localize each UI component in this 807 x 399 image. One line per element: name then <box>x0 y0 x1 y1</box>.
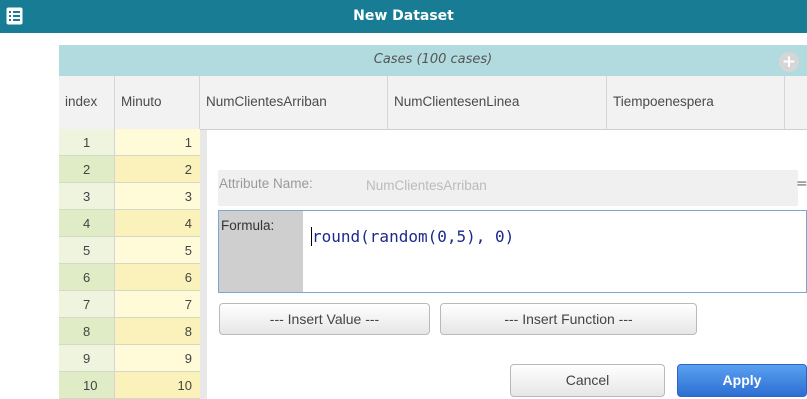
cases-header: Cases (100 cases) + <box>59 45 807 76</box>
column-header-numclientesenlinea[interactable]: NumClientesenLinea <box>388 76 607 129</box>
attribute-name-label: Attribute Name: <box>219 176 313 191</box>
column-header-row: index Minuto NumClientesArriban NumClien… <box>59 76 807 130</box>
insert-function-button[interactable]: --- Insert Function --- <box>440 303 697 335</box>
minuto-cell[interactable]: 6 <box>115 264 200 291</box>
index-cell[interactable]: 1 <box>59 129 114 156</box>
minuto-cell[interactable]: 2 <box>115 156 200 183</box>
apply-button[interactable]: Apply <box>677 364 807 397</box>
title-bar: New Dataset <box>0 0 807 33</box>
formula-label: Formula: <box>221 218 275 233</box>
attribute-name-input[interactable]: NumClientesArriban <box>366 178 487 193</box>
index-cell[interactable]: 6 <box>59 264 114 291</box>
window-title: New Dataset <box>353 8 454 24</box>
minuto-cell[interactable]: 4 <box>115 210 200 237</box>
add-attribute-icon[interactable]: + <box>779 52 799 72</box>
insert-value-button[interactable]: --- Insert Value --- <box>219 303 430 335</box>
minuto-column: 1 2 3 4 5 6 7 8 9 10 <box>115 129 200 399</box>
column-header-tiempoenespera[interactable]: Tiempoenespera <box>607 76 785 129</box>
index-cell[interactable]: 4 <box>59 210 114 237</box>
formula-editor[interactable] <box>218 210 807 293</box>
column-header-minuto[interactable]: Minuto <box>115 76 200 129</box>
minuto-cell[interactable]: 3 <box>115 183 200 210</box>
minuto-cell[interactable]: 7 <box>115 291 200 318</box>
text-caret <box>311 227 312 246</box>
index-cell[interactable]: 5 <box>59 237 114 264</box>
index-column: 1 2 3 4 5 6 7 8 9 10 <box>59 129 114 399</box>
column-header-index[interactable]: index <box>59 76 115 129</box>
index-cell[interactable]: 2 <box>59 156 114 183</box>
minuto-cell[interactable]: 9 <box>115 345 200 372</box>
index-cell[interactable]: 10 <box>59 372 114 399</box>
index-cell[interactable]: 3 <box>59 183 114 210</box>
minuto-cell[interactable]: 8 <box>115 318 200 345</box>
index-cell[interactable]: 9 <box>59 345 114 372</box>
equals-sign: = <box>796 176 807 192</box>
minuto-cell[interactable]: 1 <box>115 129 200 156</box>
column-header-numclientesarriban[interactable]: NumClientesArriban <box>200 76 388 129</box>
minuto-cell[interactable]: 5 <box>115 237 200 264</box>
index-cell[interactable]: 8 <box>59 318 114 345</box>
index-cell[interactable]: 7 <box>59 291 114 318</box>
cancel-button[interactable]: Cancel <box>510 364 665 397</box>
cases-count-label: Cases (100 cases) <box>373 52 493 67</box>
formula-input[interactable]: round(random(0,5), 0) <box>312 227 514 246</box>
minuto-cell[interactable]: 10 <box>115 372 200 399</box>
